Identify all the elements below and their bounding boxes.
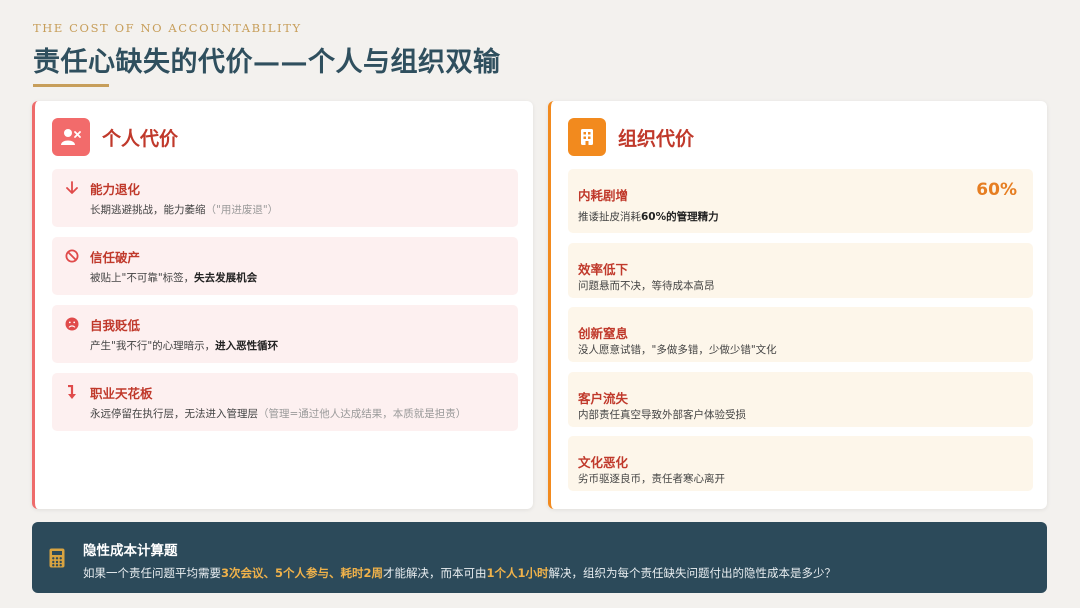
personal-cost-list: 能力退化 长期逃避挑战，能力萎缩（"用进废退"） 信任破产 被贴上"不可靠"标签… [52,169,518,441]
item-title: 自我贬低 [90,318,141,333]
item-desc: 产生"我不行"的心理暗示，进入恶性循环 [90,340,279,352]
title-underline [33,84,109,87]
organization-cost-panel: 组织代价 内耗剧增 60% 推诿扯皮消耗60%的管理精力 效率低下 问题悬而不决… [548,101,1047,509]
list-item: 内耗剧增 60% 推诿扯皮消耗60%的管理精力 [568,169,1033,233]
calculator-icon [49,548,67,568]
stat-value: 60% [976,180,1017,200]
personal-cost-title: 个人代价 [102,127,179,150]
banner-question: 如果一个责任问题平均需要3次会议、5个人参与、耗时2周才能解决，而本可由1个人1… [83,566,837,580]
list-item: 效率低下 问题悬而不决，等待成本高昂 [568,242,1033,298]
item-desc: 推诿扯皮消耗60%的管理精力 [578,211,719,223]
item-title: 职业天花板 [90,386,153,401]
item-desc: 被贴上"不可靠"标签，失去发展机会 [90,272,258,284]
organization-cost-list: 内耗剧增 60% 推诿扯皮消耗60%的管理精力 效率低下 问题悬而不决，等待成本… [568,169,1033,501]
item-desc: 长期逃避挑战，能力萎缩（"用进废退"） [90,204,279,216]
item-title: 创新窒息 [578,326,629,341]
user-remove-icon [52,118,90,156]
item-desc: 问题悬而不决，等待成本高昂 [578,279,715,292]
list-item: 创新窒息 没人愿意试错，"多做多错，少做少错"文化 [568,307,1033,362]
personal-cost-panel: 个人代价 能力退化 长期逃避挑战，能力萎缩（"用进废退"） 信任破产 被贴上"不… [32,101,533,509]
arrow-turn-down-icon [64,384,80,400]
item-title: 信任破产 [90,250,141,265]
item-desc: 内部责任真空导致外部客户体验受损 [578,408,746,421]
list-item: 文化恶化 劣币驱逐良币，责任者寒心离开 [568,436,1033,491]
list-item: 客户流失 内部责任真空导致外部客户体验受损 [568,371,1033,427]
item-desc: 永远停留在执行层，无法进入管理层（管理=通过他人达成结果，本质就是担责） [90,408,467,420]
item-title: 能力退化 [90,182,141,197]
ban-icon [64,248,80,264]
list-item: 职业天花板 永远停留在执行层，无法进入管理层（管理=通过他人达成结果，本质就是担… [52,373,518,431]
slide: THE COST OF NO ACCOUNTABILITY 责任心缺失的代价——… [0,0,1080,608]
item-title: 内耗剧增 [578,188,629,203]
arrow-down-icon [64,180,80,196]
building-icon [568,118,606,156]
page-title: 责任心缺失的代价——个人与组织双输 [33,47,501,78]
item-title: 效率低下 [578,261,629,277]
list-item: 信任破产 被贴上"不可靠"标签，失去发展机会 [52,237,518,295]
item-desc: 劣币驱逐良币，责任者寒心离开 [578,473,725,485]
personal-cost-header: 个人代价 [52,118,178,156]
list-item: 能力退化 长期逃避挑战，能力萎缩（"用进废退"） [52,169,518,227]
hidden-cost-question-banner: 隐性成本计算题 如果一个责任问题平均需要3次会议、5个人参与、耗时2周才能解决，… [32,522,1047,593]
item-title: 文化恶化 [578,455,629,470]
banner-title: 隐性成本计算题 [83,543,178,559]
eyebrow-label: THE COST OF NO ACCOUNTABILITY [33,21,302,35]
item-desc: 没人愿意试错，"多做多错，少做少错"文化 [578,344,777,356]
organization-cost-title: 组织代价 [618,127,695,150]
list-item: 自我贬低 产生"我不行"的心理暗示，进入恶性循环 [52,305,518,363]
organization-cost-header: 组织代价 [568,118,694,156]
item-title: 客户流失 [578,390,629,406]
sad-face-icon [64,316,80,332]
